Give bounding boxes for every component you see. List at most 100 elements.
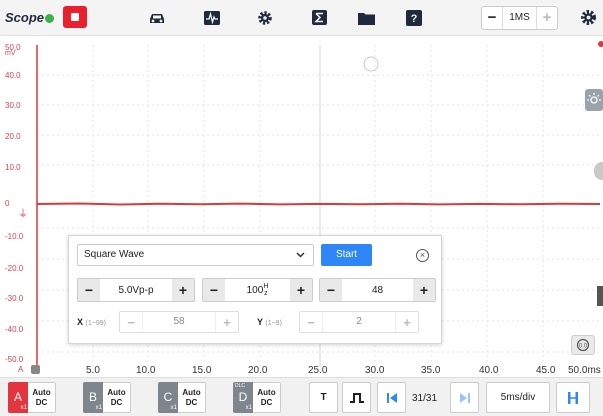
timebase-plus-button[interactable]: +	[537, 7, 557, 29]
start-button[interactable]: Start	[321, 244, 372, 266]
x-tick-label: 35.0	[421, 365, 441, 376]
scope-app: Scope ? − 1MS + 50.0 mV 40.0 30.0 20.0 1…	[0, 0, 603, 416]
function-generator-panel: Square Wave Start × − 5.0Vp-p + − 100 Hz …	[68, 235, 442, 344]
frequency-unit-top: H	[263, 283, 269, 290]
amplitude-value[interactable]: 5.0Vp-p	[100, 285, 172, 296]
side-drawer-handle[interactable]	[597, 286, 603, 306]
help-icon[interactable]: ?	[405, 9, 423, 26]
ground-marker-icon[interactable]: ⏚	[18, 205, 28, 220]
frequency-value: 100	[246, 285, 264, 296]
channel-a-settings: Auto DC	[28, 382, 56, 413]
first-frame-button[interactable]	[377, 382, 406, 413]
x-parameter-row: X (1~99) − 58 +	[77, 311, 239, 333]
svg-text:?: ?	[411, 13, 418, 25]
frequency-plus-button[interactable]: +	[290, 279, 312, 301]
channel-mode: Auto	[257, 388, 276, 397]
channel-coupling: DC	[185, 398, 198, 407]
channel-c-button[interactable]: Cx1 Auto DC	[158, 382, 206, 413]
y-parameter-row: Y (1~9) − 2 +	[257, 311, 419, 333]
y-tick-label: -10.0	[5, 232, 24, 241]
probe-factor: x1	[170, 405, 177, 411]
channel-d-label: DLC Dx1	[233, 382, 253, 413]
duty-value[interactable]: 48	[342, 285, 413, 296]
channel-a-label: Ax1	[8, 382, 28, 413]
y-value[interactable]: 2	[322, 312, 396, 332]
channel-b-label: Bx1	[83, 382, 103, 413]
y-tick-label: -20.0	[5, 264, 24, 273]
pulse-edge-icon	[349, 392, 364, 403]
x-value[interactable]: 58	[142, 312, 216, 332]
waveform-select-value: Square Wave	[84, 249, 145, 260]
cursor-handle-icon[interactable]	[363, 56, 379, 72]
y-minus-button[interactable]: −	[300, 315, 322, 330]
bulb-icon	[587, 93, 601, 104]
channel-axis-label: A	[18, 365, 24, 374]
bottom-toolbar: Ax1 Auto DC Bx1 Auto DC Cx1 Auto DC DLC Dx1 …	[0, 377, 603, 416]
x-tick-label: 30.0	[365, 365, 385, 376]
x-range-text: (1~99)	[85, 320, 106, 327]
waveform-select[interactable]: Square Wave	[77, 244, 314, 266]
channel-letter: B	[88, 390, 97, 404]
trigger-edge-button[interactable]	[342, 382, 371, 413]
y-tick-label: 40.0	[5, 71, 21, 80]
duty-plus-button[interactable]: +	[413, 279, 435, 301]
reset-icon: 0.0	[576, 338, 590, 352]
car-icon[interactable]	[148, 9, 166, 26]
frequency-stepper: − 100 Hz +	[202, 278, 313, 302]
channel-a-button[interactable]: Ax1 Auto DC	[8, 382, 56, 413]
probe-factor: x1	[245, 405, 252, 411]
brightness-button[interactable]	[585, 89, 603, 111]
amplitude-minus-button[interactable]: −	[78, 279, 100, 301]
frequency-value-field[interactable]: 100 Hz	[225, 283, 290, 297]
y-stepper: − 2 +	[299, 311, 419, 333]
y-tick-label: -40.0	[5, 325, 24, 334]
x-plus-button[interactable]: +	[216, 315, 238, 330]
frequency-minus-button[interactable]: −	[203, 279, 225, 301]
frame-counter: 31/31	[412, 393, 438, 404]
x-minus-button[interactable]: −	[120, 315, 142, 330]
stop-button[interactable]	[63, 6, 87, 28]
close-icon[interactable]: ×	[416, 249, 429, 262]
duty-minus-button[interactable]: −	[320, 279, 342, 301]
y-tick-label: -50.0	[5, 355, 24, 364]
svg-text:0.0: 0.0	[579, 344, 588, 350]
probe-factor: x1	[95, 405, 102, 411]
reset-zoom-button[interactable]: 0.0	[571, 335, 595, 355]
frequency-unit-bottom: z	[264, 290, 268, 297]
channel-mode: Auto	[32, 388, 51, 397]
y-tick-label: 0	[5, 199, 10, 208]
amplitude-stepper: − 5.0Vp-p +	[77, 278, 195, 302]
y-tick-label: 20.0	[5, 132, 21, 141]
channel-c-label: Cx1	[158, 382, 178, 413]
duty-stepper: − 48 +	[319, 278, 436, 302]
amplitude-plus-button[interactable]: +	[172, 279, 194, 301]
y-tick-label: 30.0	[5, 101, 21, 110]
channel-coupling: DC	[260, 398, 273, 407]
skip-back-icon	[386, 392, 397, 403]
sigma-icon[interactable]	[310, 9, 328, 26]
probe-factor: x1	[20, 405, 27, 411]
time-per-div-button[interactable]: 5ms/div	[486, 382, 550, 413]
axis-lock-icon[interactable]	[31, 365, 40, 374]
timebase-value: 1MS	[502, 7, 537, 29]
channel-d-button[interactable]: DLC Dx1 Auto DC	[233, 382, 281, 413]
cursor-measure-button[interactable]	[556, 382, 590, 413]
timebase-minus-button[interactable]: −	[482, 7, 502, 29]
expand-panel-handle[interactable]	[594, 162, 603, 180]
channel-b-button[interactable]: Bx1 Auto DC	[83, 382, 131, 413]
waveform-icon[interactable]	[203, 9, 221, 26]
dlc-tag: DLC	[235, 383, 246, 389]
x-tick-label: 10.0	[136, 365, 156, 376]
y-plus-button[interactable]: +	[396, 315, 418, 330]
settings-gear-icon[interactable]	[579, 9, 597, 26]
y-range-text: (1~9)	[265, 320, 282, 327]
trigger-button[interactable]: T	[309, 382, 338, 413]
gear-icon[interactable]	[256, 9, 274, 26]
channel-b-settings: Auto DC	[103, 382, 131, 413]
x-label-text: X	[77, 317, 84, 327]
folder-icon[interactable]	[357, 9, 375, 26]
top-toolbar: Scope ? − 1MS +	[0, 0, 603, 36]
channel-mode: Auto	[182, 388, 201, 397]
last-frame-button[interactable]	[450, 382, 479, 413]
cursor-icon	[568, 391, 578, 404]
